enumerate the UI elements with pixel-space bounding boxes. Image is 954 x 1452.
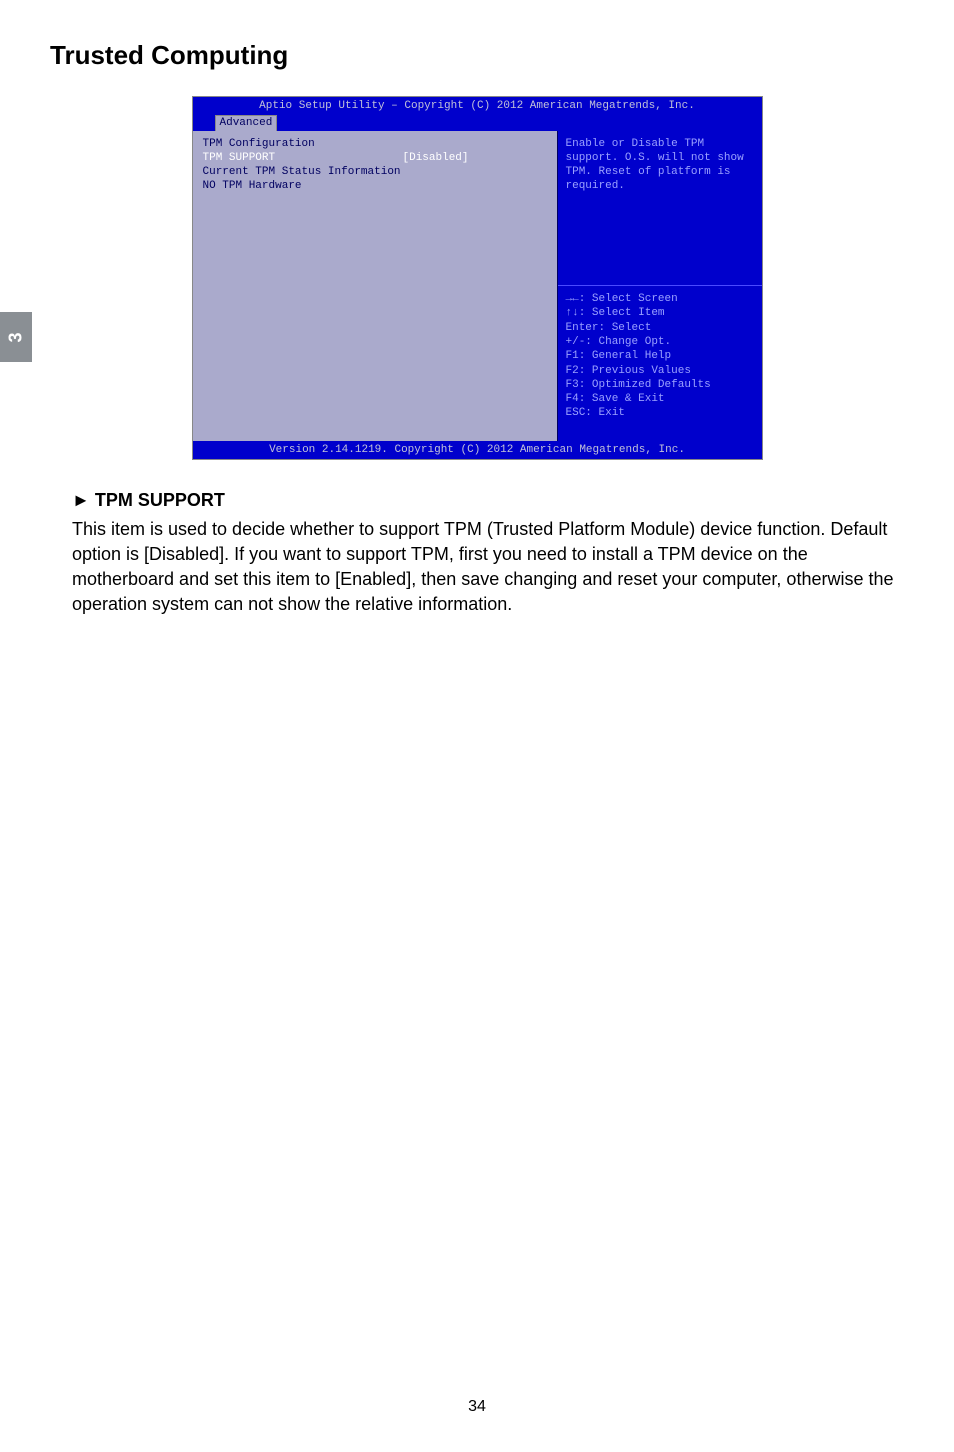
bios-screenshot: Aptio Setup Utility – Copyright (C) 2012…	[192, 96, 763, 460]
bios-left-panel: TPM Configuration TPM SUPPORT [Disabled]…	[193, 131, 558, 441]
bios-footer: Version 2.14.1219. Copyright (C) 2012 Am…	[193, 441, 762, 459]
bios-option-tpm-support: TPM SUPPORT [Disabled]	[203, 151, 547, 165]
bios-tab-advanced: Advanced	[215, 115, 278, 130]
subheading-text: TPM SUPPORT	[95, 490, 225, 510]
bios-right-panel: Enable or Disable TPM support. O.S. will…	[558, 131, 762, 441]
bios-status-heading: Current TPM Status Information	[203, 165, 547, 179]
bios-key-legend: →←: Select Screen ↑↓: Select Item Enter:…	[558, 286, 762, 441]
page-title: Trusted Computing	[50, 40, 904, 71]
bios-header-title: Aptio Setup Utility – Copyright (C) 2012…	[193, 99, 762, 115]
side-chapter-label: 3	[5, 332, 26, 342]
side-chapter-tab: 3	[0, 312, 32, 362]
bios-status-value: NO TPM Hardware	[203, 179, 547, 193]
bios-body: TPM Configuration TPM SUPPORT [Disabled]…	[193, 131, 762, 441]
body-paragraph: This item is used to decide whether to s…	[72, 517, 904, 618]
subheading-arrow-icon: ►	[72, 490, 90, 510]
bios-help-text: Enable or Disable TPM support. O.S. will…	[558, 131, 762, 287]
bios-config-heading: TPM Configuration	[203, 137, 547, 151]
bios-header: Aptio Setup Utility – Copyright (C) 2012…	[193, 97, 762, 131]
bios-option-value: [Disabled]	[403, 151, 469, 165]
page-content: Trusted Computing Aptio Setup Utility – …	[0, 0, 954, 618]
page-number: 34	[0, 1398, 954, 1416]
tpm-support-subheading: ► TPM SUPPORT	[72, 490, 904, 511]
bios-tabs: Advanced	[193, 115, 762, 130]
bios-option-label: TPM SUPPORT	[203, 151, 403, 165]
